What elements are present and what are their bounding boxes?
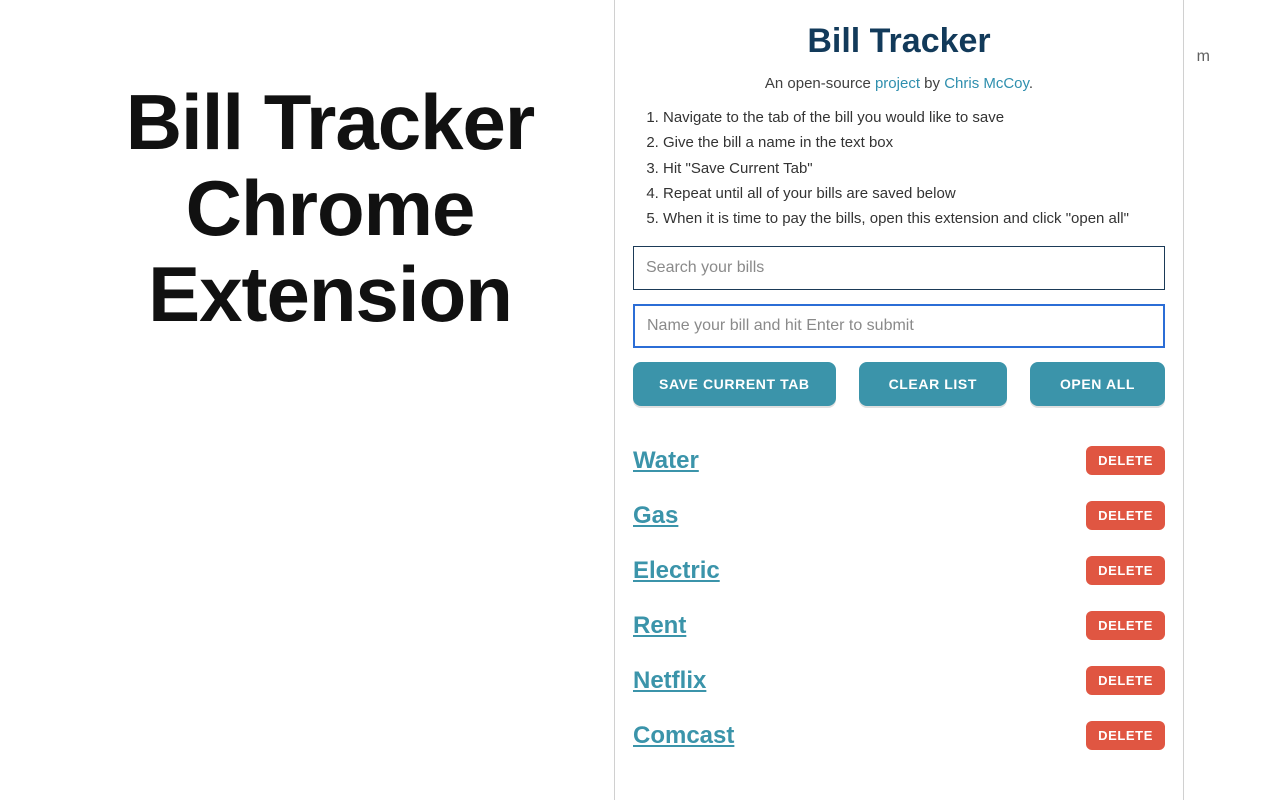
delete-button[interactable]: DELETE — [1086, 501, 1165, 530]
instruction-item: When it is time to pay the bills, open t… — [663, 207, 1159, 230]
promo-line-3: Extension — [70, 252, 590, 338]
delete-button[interactable]: DELETE — [1086, 721, 1165, 750]
promo-line-1: Bill Tracker — [70, 80, 590, 166]
list-item: Electric DELETE — [633, 550, 1165, 591]
project-link[interactable]: project — [875, 75, 920, 92]
subtitle: An open-source project by Chris McCoy. — [633, 75, 1165, 92]
bill-name-link[interactable]: Electric — [633, 557, 720, 585]
instruction-item: Navigate to the tab of the bill you woul… — [663, 106, 1159, 129]
promo-line-2: Chrome — [70, 166, 590, 252]
search-input[interactable] — [633, 246, 1165, 290]
delete-button[interactable]: DELETE — [1086, 556, 1165, 585]
clear-list-button[interactable]: CLEAR LIST — [859, 362, 1007, 406]
extension-popup-scroll[interactable]: Bill Tracker An open-source project by C… — [633, 8, 1171, 800]
open-all-button[interactable]: OPEN ALL — [1030, 362, 1165, 406]
bill-name-link[interactable]: Comcast — [633, 722, 734, 750]
list-item: Rent DELETE — [633, 605, 1165, 646]
subtitle-prefix: An open-source — [765, 75, 875, 92]
bill-name-link[interactable]: Gas — [633, 502, 678, 530]
delete-button[interactable]: DELETE — [1086, 666, 1165, 695]
save-current-tab-button[interactable]: SAVE CURRENT TAB — [633, 362, 836, 406]
list-item: Comcast DELETE — [633, 715, 1165, 756]
promo-title: Bill Tracker Chrome Extension — [70, 80, 590, 337]
action-button-row: SAVE CURRENT TAB CLEAR LIST OPEN ALL — [633, 362, 1165, 406]
list-item: Gas DELETE — [633, 495, 1165, 536]
instruction-item: Give the bill a name in the text box — [663, 131, 1159, 154]
extension-popup: Bill Tracker An open-source project by C… — [614, 0, 1184, 800]
subtitle-middle: by — [920, 75, 944, 92]
bill-list: Water DELETE Gas DELETE Electric DELETE … — [633, 440, 1165, 770]
subtitle-suffix: . — [1029, 75, 1033, 92]
background-stray-letter: m — [1197, 48, 1210, 66]
list-item: Netflix DELETE — [633, 660, 1165, 701]
instruction-item: Repeat until all of your bills are saved… — [663, 182, 1159, 205]
delete-button[interactable]: DELETE — [1086, 611, 1165, 640]
author-link[interactable]: Chris McCoy — [944, 75, 1029, 92]
bill-name-link[interactable]: Rent — [633, 612, 686, 640]
bill-name-link[interactable]: Water — [633, 447, 699, 475]
bill-name-link[interactable]: Netflix — [633, 667, 706, 695]
list-item: Water DELETE — [633, 440, 1165, 481]
instructions-list: Navigate to the tab of the bill you woul… — [633, 106, 1165, 230]
instruction-item: Hit "Save Current Tab" — [663, 157, 1159, 180]
name-bill-input[interactable] — [633, 304, 1165, 348]
page-title: Bill Tracker — [633, 22, 1165, 61]
delete-button[interactable]: DELETE — [1086, 446, 1165, 475]
